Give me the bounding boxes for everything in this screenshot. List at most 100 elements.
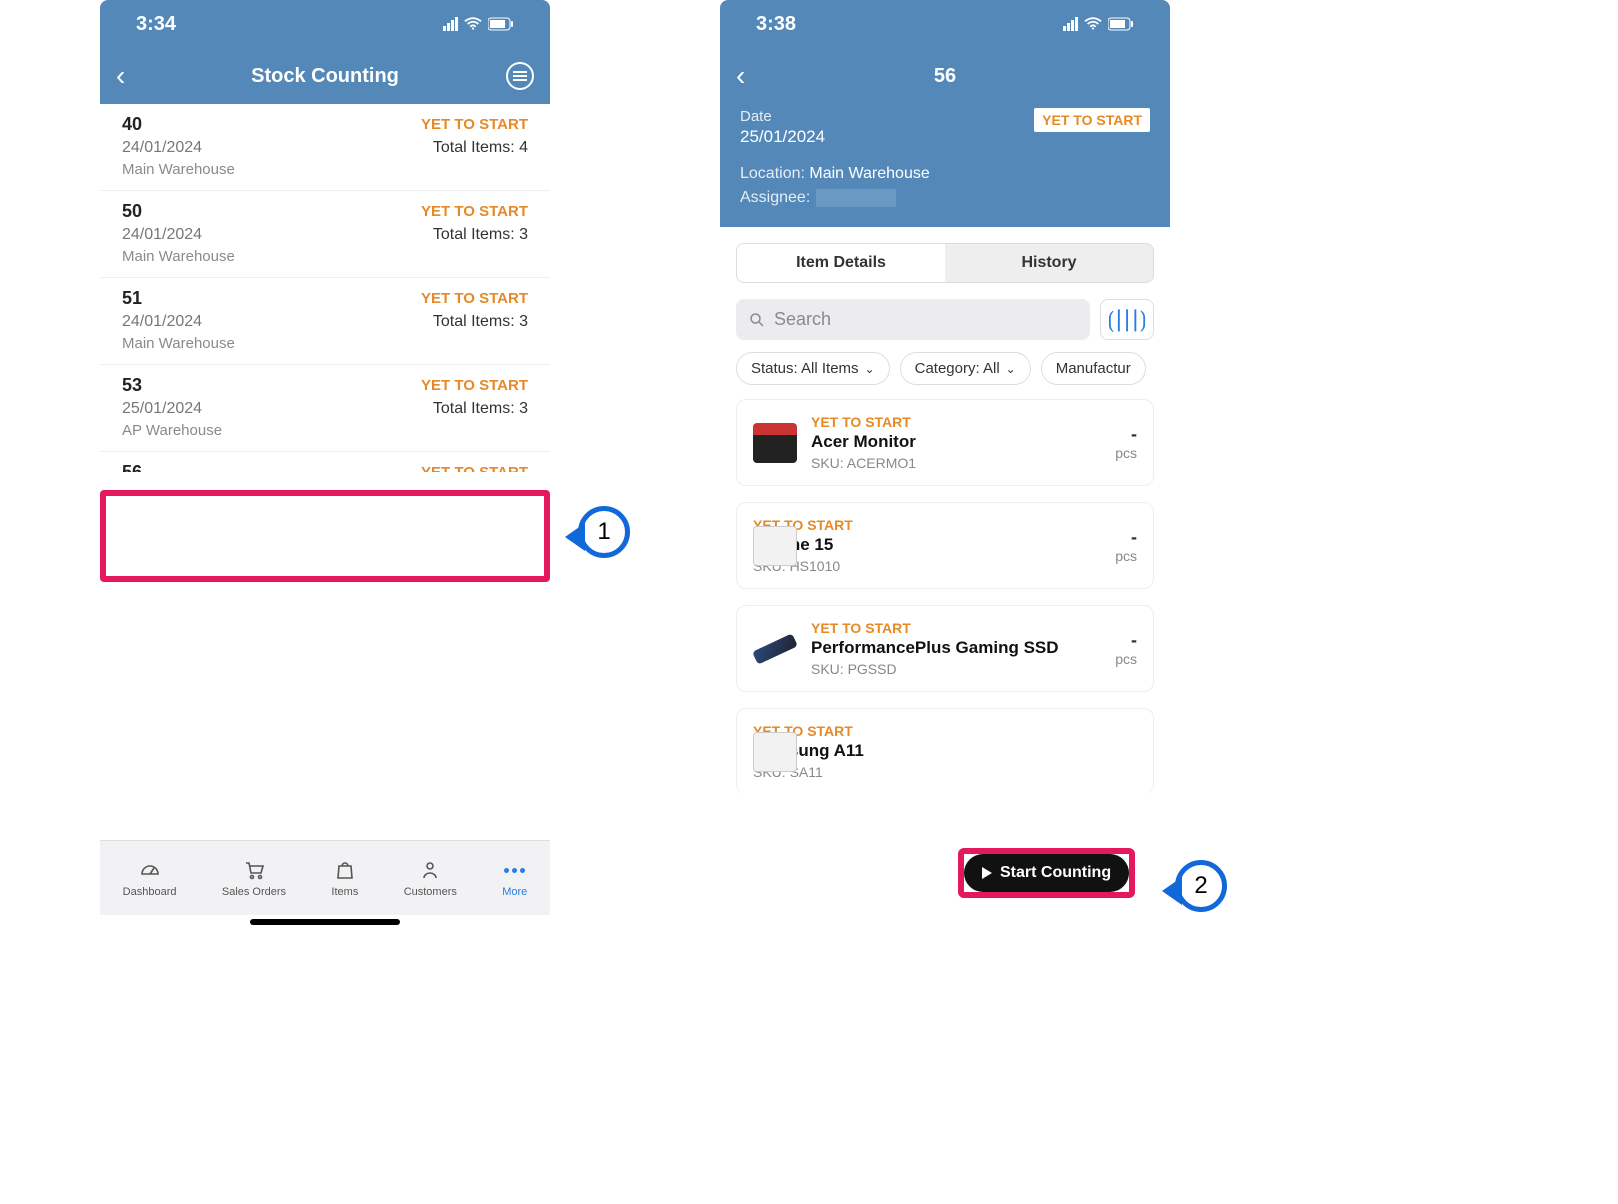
nav-bar: ‹ 56 bbox=[720, 48, 1170, 104]
battery-icon bbox=[488, 17, 514, 31]
annotation-highlight: Start Counting bbox=[958, 848, 1135, 898]
count-date: 24/01/2024 bbox=[122, 139, 202, 157]
chip-status[interactable]: Status: All Items ⌄ bbox=[736, 352, 890, 385]
tab-label: Sales Orders bbox=[222, 886, 286, 898]
total-items: Total Items: 3 bbox=[433, 313, 528, 331]
tab-label: More bbox=[502, 886, 527, 898]
search-icon bbox=[748, 311, 766, 329]
warehouse: Main Warehouse bbox=[122, 335, 528, 352]
segment-control: Item Details History bbox=[736, 243, 1154, 283]
item-card[interactable]: YET TO START Acer Monitor SKU: ACERMO1 -… bbox=[736, 399, 1154, 486]
warehouse: Main Warehouse bbox=[122, 161, 528, 178]
wifi-icon bbox=[464, 17, 482, 31]
item-status: YET TO START bbox=[811, 620, 1101, 636]
assignee-label: Assignee: bbox=[740, 189, 810, 207]
barcode-scan-button[interactable]: ⟮⎮⎮⎮⟯ bbox=[1100, 299, 1154, 340]
item-qty: - bbox=[1115, 527, 1137, 548]
home-indicator bbox=[250, 919, 400, 925]
tab-more[interactable]: More bbox=[502, 858, 527, 898]
chip-category[interactable]: Category: All ⌄ bbox=[900, 352, 1031, 385]
page-title: 56 bbox=[720, 65, 1170, 88]
chip-label: Status: All Items bbox=[751, 360, 859, 377]
dashboard-icon bbox=[138, 858, 162, 882]
search-placeholder: Search bbox=[774, 309, 831, 330]
count-date: 24/01/2024 bbox=[122, 226, 202, 244]
list-item[interactable]: 40YET TO START 24/01/2024Total Items: 4 … bbox=[100, 104, 550, 191]
status-bar: 3:38 bbox=[720, 0, 1170, 48]
item-unit: pcs bbox=[1115, 548, 1137, 564]
item-sku: SKU: ACERMO1 bbox=[811, 455, 1101, 471]
location-value: Main Warehouse bbox=[809, 165, 929, 182]
item-thumbnail bbox=[752, 633, 798, 664]
more-icon bbox=[504, 858, 525, 882]
count-id: 56 bbox=[122, 462, 142, 472]
date-value: 25/01/2024 bbox=[740, 127, 825, 147]
callout-number: 2 bbox=[1194, 872, 1207, 900]
phone-stock-list: 3:34 ‹ Stock Counting 40YET TO START 24/… bbox=[100, 0, 550, 925]
item-name: Samsung A11 bbox=[753, 741, 1137, 761]
bottom-tab-bar: Dashboard Sales Orders Items Customers M… bbox=[100, 840, 550, 915]
item-name: iPhone 15 bbox=[753, 535, 1101, 555]
wifi-icon bbox=[1084, 17, 1102, 31]
tab-dashboard[interactable]: Dashboard bbox=[123, 858, 177, 898]
item-card[interactable]: YET TO START PerformancePlus Gaming SSD … bbox=[736, 605, 1154, 692]
play-icon bbox=[982, 867, 992, 879]
list-item[interactable]: 56YET TO START 25/01/2024Total Items: 11… bbox=[100, 452, 550, 472]
bag-icon bbox=[333, 858, 357, 882]
tab-label: Customers bbox=[404, 886, 457, 898]
item-status: YET TO START bbox=[811, 414, 1101, 430]
item-card[interactable]: YET TO START Samsung A11 SKU: SA11 bbox=[736, 708, 1154, 794]
tab-items[interactable]: Items bbox=[331, 858, 358, 898]
start-counting-button[interactable]: Start Counting bbox=[964, 854, 1129, 892]
list-item[interactable]: 53YET TO START 25/01/2024Total Items: 3 … bbox=[100, 365, 550, 452]
item-status: YET TO START bbox=[753, 723, 1137, 739]
tab-sales-orders[interactable]: Sales Orders bbox=[222, 858, 286, 898]
total-items: Total Items: 3 bbox=[433, 226, 528, 244]
item-qty: - bbox=[1115, 424, 1137, 445]
tab-item-details[interactable]: Item Details bbox=[737, 244, 945, 282]
item-list: YET TO START Acer Monitor SKU: ACERMO1 -… bbox=[720, 399, 1170, 794]
status-badge: YET TO START bbox=[421, 290, 528, 307]
chevron-down-icon: ⌄ bbox=[1006, 362, 1016, 376]
barcode-icon: ⟮⎮⎮⎮⟯ bbox=[1107, 307, 1146, 333]
person-icon bbox=[418, 858, 442, 882]
item-card[interactable]: YET TO START iPhone 15 SKU: HS1010 -pcs bbox=[736, 502, 1154, 589]
status-badge: YET TO START bbox=[421, 377, 528, 394]
list-item[interactable]: 51YET TO START 24/01/2024Total Items: 3 … bbox=[100, 278, 550, 365]
status-time: 3:34 bbox=[136, 13, 176, 36]
nav-bar: ‹ Stock Counting bbox=[100, 48, 550, 104]
status-bar: 3:34 bbox=[100, 0, 550, 48]
phone-stock-detail: 3:38 ‹ 56 Date 25/01/2024 YET TO START L… bbox=[720, 0, 1170, 925]
count-id: 51 bbox=[122, 288, 142, 309]
cart-icon bbox=[242, 858, 266, 882]
signal-icon bbox=[1063, 17, 1078, 31]
status-badge: YET TO START bbox=[421, 203, 528, 220]
item-sku: SKU: PGSSD bbox=[811, 661, 1101, 677]
annotation-callout: 1 bbox=[578, 506, 630, 558]
status-time: 3:38 bbox=[756, 13, 796, 36]
item-qty: - bbox=[1115, 630, 1137, 651]
chip-manufacturer[interactable]: Manufactur bbox=[1041, 352, 1146, 385]
tab-history[interactable]: History bbox=[945, 244, 1153, 282]
chip-label: Category: All bbox=[915, 360, 1000, 377]
location-label: Location: bbox=[740, 165, 805, 182]
item-name: Acer Monitor bbox=[811, 432, 1101, 452]
status-badge: YET TO START bbox=[421, 464, 528, 472]
battery-icon bbox=[1108, 17, 1134, 31]
item-sku: SKU: HS1010 bbox=[753, 558, 1101, 574]
annotation-callout: 2 bbox=[1175, 860, 1227, 912]
item-unit: pcs bbox=[1115, 445, 1137, 461]
status-icons bbox=[443, 17, 514, 31]
item-thumbnail bbox=[753, 423, 797, 463]
chevron-down-icon: ⌄ bbox=[865, 362, 875, 376]
item-thumbnail bbox=[753, 526, 797, 566]
callout-number: 1 bbox=[597, 518, 610, 546]
tab-customers[interactable]: Customers bbox=[404, 858, 457, 898]
list-item[interactable]: 50YET TO START 24/01/2024Total Items: 3 … bbox=[100, 191, 550, 278]
warehouse: AP Warehouse bbox=[122, 422, 528, 439]
total-items: Total Items: 4 bbox=[433, 139, 528, 157]
status-badge: YET TO START bbox=[1034, 108, 1150, 132]
count-id: 53 bbox=[122, 375, 142, 396]
search-input[interactable]: Search bbox=[736, 299, 1090, 340]
chip-label: Manufactur bbox=[1056, 360, 1131, 377]
